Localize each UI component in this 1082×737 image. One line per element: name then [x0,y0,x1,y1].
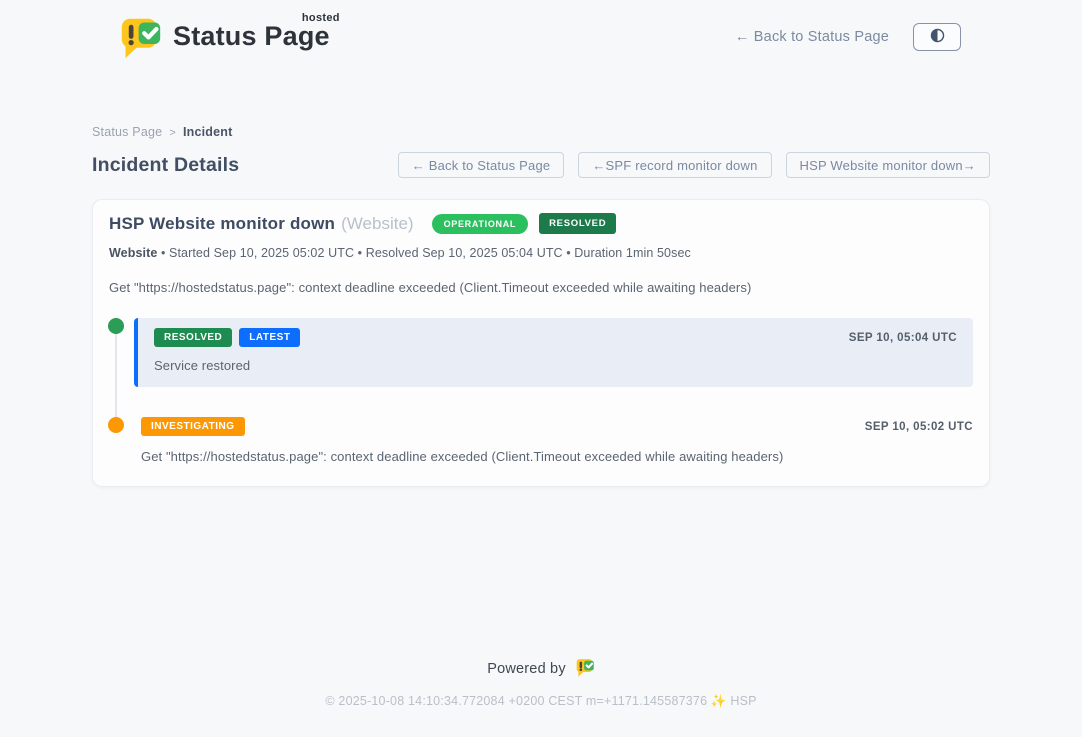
timeline-message: Get "https://hostedstatus.page": context… [141,449,973,464]
incident-meta-component: Website [109,246,157,260]
next-incident-button[interactable]: HSP Website monitor down→ [786,152,990,178]
incident-title: HSP Website monitor down [109,214,335,234]
incident-meta-details: • Started Sep 10, 2025 05:02 UTC • Resol… [157,246,690,260]
statuspage-logo-icon [118,14,163,59]
header: Status Page hosted ← Back to Status Page [92,0,990,59]
contrast-icon [929,27,946,47]
timeline-entry-latest: RESOLVED LATEST SEP 10, 05:04 UTC Servic… [134,318,973,387]
breadcrumb: Status Page > Incident [92,125,990,139]
theme-toggle-button[interactable] [913,23,961,51]
incident-card: HSP Website monitor down (Website) OPERA… [92,199,990,487]
breadcrumb-root[interactable]: Status Page [92,125,162,139]
brand-superscript: hosted [302,12,340,24]
timeline-message: Service restored [154,358,957,373]
operational-status-badge: OPERATIONAL [432,214,529,234]
timeline-timestamp: SEP 10, 05:02 UTC [865,421,973,433]
timeline-timestamp: SEP 10, 05:04 UTC [849,332,957,344]
incident-meta: Website • Started Sep 10, 2025 05:02 UTC… [109,246,973,260]
copyright-text: © 2025-10-08 14:10:34.772084 +0200 CEST … [0,694,1082,709]
powered-by-label: Powered by [487,661,566,677]
page-title: Incident Details [92,154,239,177]
incident-description: Get "https://hostedstatus.page": context… [109,280,973,295]
timeline-dot-resolved [108,318,124,334]
breadcrumb-separator: > [169,127,176,139]
powered-by-logo-icon[interactable] [575,657,595,681]
brand-name: Status Page [173,21,330,51]
statuspage-logo[interactable]: Status Page hosted [118,14,336,59]
incident-component: (Website) [341,214,413,234]
timeline-dot-investigating [108,417,124,433]
footer: Powered by © 2025-10-08 14:10:34.772084 … [0,657,1082,709]
incident-timeline: RESOLVED LATEST SEP 10, 05:04 UTC Servic… [109,318,973,464]
prev-incident-button[interactable]: ←SPF record monitor down [578,152,771,178]
timeline-latest-badge: LATEST [239,328,300,347]
breadcrumb-current: Incident [183,125,233,139]
timeline-entry-investigating: INVESTIGATING SEP 10, 05:02 UTC Get "htt… [141,417,973,464]
timeline-resolved-badge: RESOLVED [154,328,232,347]
resolved-status-badge: RESOLVED [539,213,616,234]
back-to-status-page-button[interactable]: ← Back to Status Page [398,152,565,178]
incident-nav: ← Back to Status Page ←SPF record monito… [398,152,990,178]
timeline-connector-line [115,334,117,425]
header-back-link[interactable]: ← Back to Status Page [735,29,889,45]
timeline-investigating-badge: INVESTIGATING [141,417,245,436]
